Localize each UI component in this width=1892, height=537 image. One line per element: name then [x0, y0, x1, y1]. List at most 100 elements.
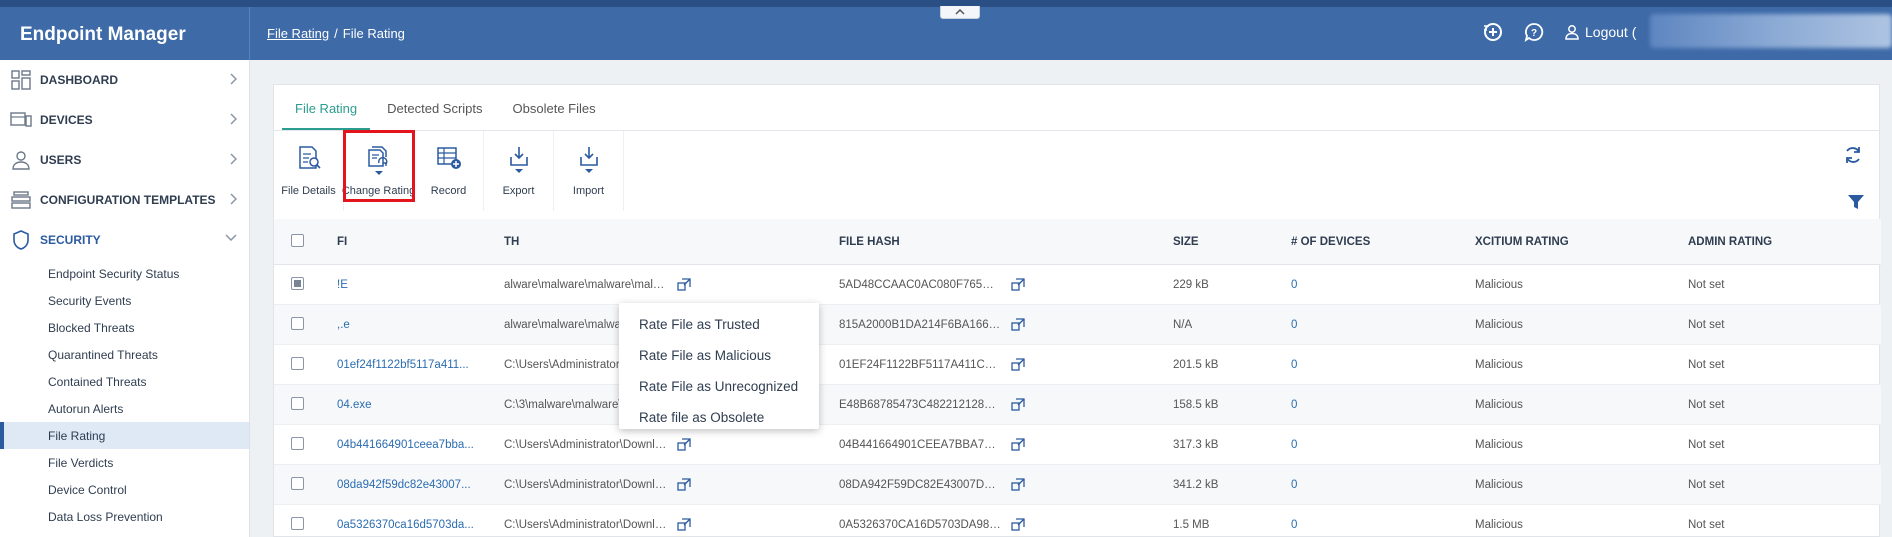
- rate-unrecognized-option[interactable]: Rate File as Unrecognized: [619, 371, 819, 402]
- row-checkbox[interactable]: [291, 356, 304, 370]
- copy-icon[interactable]: [1011, 317, 1173, 332]
- sidebar-sub-file-rating[interactable]: File Rating: [0, 422, 249, 449]
- breadcrumb-root-link[interactable]: File Rating: [267, 26, 329, 41]
- file-path-cell: C:\Users\Administrator\Downloads\ransom\…: [504, 477, 840, 492]
- row-checkbox[interactable]: [291, 276, 304, 290]
- copy-icon[interactable]: [676, 517, 840, 532]
- import-icon: [579, 147, 598, 166]
- sidebar-sub-autorun-alerts[interactable]: Autorun Alerts: [0, 395, 249, 422]
- rate-malicious-option[interactable]: Rate File as Malicious: [619, 340, 819, 371]
- file-name-link[interactable]: 04.exe: [337, 399, 504, 411]
- sidebar-sub-blocked-threats[interactable]: Blocked Threats: [0, 314, 249, 341]
- row-checkbox[interactable]: [291, 316, 304, 330]
- file-path: C:\Users\Administrator\Downloads\ransom\…: [504, 478, 667, 491]
- change-rating-button[interactable]: Change Rating: [341, 130, 416, 202]
- table-row[interactable]: 0a5326370ca16d5703da... C:\Users\Administ…: [274, 505, 1881, 537]
- devices-count-link[interactable]: 0: [1291, 439, 1475, 451]
- record-button[interactable]: Record: [414, 131, 484, 211]
- row-checkbox[interactable]: [291, 516, 304, 530]
- user-icon: [1565, 25, 1579, 40]
- file-name-link[interactable]: 01ef24f1122bf5117a411...: [337, 359, 504, 371]
- copy-icon[interactable]: [1011, 437, 1173, 452]
- help-icon[interactable]: ?: [1522, 20, 1546, 44]
- table-row[interactable]: 01ef24f1122bf5117a411... C:\Users\Adminis…: [274, 345, 1881, 385]
- file-name-link[interactable]: !E: [337, 279, 504, 291]
- table-row[interactable]: ,.ealware\malware\malware\malwarezzz\1\,…: [274, 305, 1881, 345]
- file-hash: 5AD48CCAAC0AC080F765A4A775F0D7BAB47CFB1C: [839, 278, 1001, 291]
- copy-icon[interactable]: [676, 437, 840, 452]
- file-size: N/A: [1173, 318, 1193, 331]
- sidebar-sub-contained-threats[interactable]: Contained Threats: [0, 368, 249, 395]
- table-row[interactable]: !Ealware\malware\malware\malwarezzz\!Epa…: [274, 265, 1881, 305]
- caret-down-icon: [514, 169, 523, 173]
- file-hash-cell: 01EF24F1122BF5117A411C80AD02A70885435F00: [839, 357, 1173, 372]
- table-row[interactable]: 04.exeC:\3\malware\malware\viruses_in_fo…: [274, 385, 1881, 425]
- devices-count-link[interactable]: 0: [1291, 519, 1475, 531]
- table-row[interactable]: 04b441664901ceea7bba... C:\Users\Administ…: [274, 425, 1881, 465]
- select-all-checkbox[interactable]: [291, 233, 304, 247]
- sidebar-sub-data-loss-prevention[interactable]: Data Loss Prevention: [0, 503, 249, 530]
- devices-count-link[interactable]: 0: [1291, 279, 1475, 291]
- header-file-hash[interactable]: FILE HASH: [839, 236, 1173, 248]
- sidebar-item-security[interactable]: SECURITY: [0, 220, 249, 260]
- add-icon[interactable]: [1480, 20, 1504, 44]
- sidebar-sub-endpoint-security-status[interactable]: Endpoint Security Status: [0, 260, 249, 287]
- sidebar-sub-device-control[interactable]: Device Control: [0, 476, 249, 503]
- copy-icon[interactable]: [676, 277, 840, 292]
- row-checkbox[interactable]: [291, 396, 304, 410]
- header-xcitium-rating[interactable]: XCITIUM RATING: [1475, 236, 1688, 248]
- export-button[interactable]: Export: [484, 131, 554, 211]
- copy-icon[interactable]: [676, 477, 840, 492]
- header-file-path[interactable]: TH: [504, 236, 839, 248]
- copy-icon[interactable]: [1011, 277, 1173, 292]
- tab-obsolete-files[interactable]: Obsolete Files: [500, 101, 609, 130]
- refresh-icon[interactable]: [1843, 145, 1863, 170]
- file-name-link[interactable]: ,.e: [337, 319, 504, 331]
- table-row[interactable]: 08da942f59dc82e43007... C:\Users\Administ…: [274, 465, 1881, 505]
- sidebar-item-configuration-templates[interactable]: CONFIGURATION TEMPLATES: [0, 180, 249, 220]
- change-rating-icon: [367, 146, 387, 167]
- header-devices[interactable]: # OF DEVICES: [1291, 236, 1475, 248]
- tab-file-rating[interactable]: File Rating: [282, 101, 371, 130]
- devices-count-link[interactable]: 0: [1291, 399, 1475, 411]
- tab-bar: File Rating Detected Scripts Obsolete Fi…: [274, 85, 1879, 131]
- row-checkbox[interactable]: [291, 436, 304, 450]
- row-checkbox[interactable]: [291, 476, 304, 490]
- sidebar-item-devices[interactable]: DEVICES: [0, 100, 249, 140]
- copy-icon[interactable]: [1011, 397, 1173, 412]
- file-size: 317.3 kB: [1173, 438, 1219, 451]
- sidebar-sub-file-verdicts[interactable]: File Verdicts: [0, 449, 249, 476]
- xcitium-rating: Malicious: [1475, 318, 1523, 331]
- copy-icon[interactable]: [1011, 517, 1173, 532]
- import-button[interactable]: Import: [554, 131, 624, 211]
- sidebar-sub-quarantined-threats[interactable]: Quarantined Threats: [0, 341, 249, 368]
- header-size[interactable]: SIZE: [1173, 236, 1291, 248]
- collapse-header-button[interactable]: [940, 6, 980, 19]
- copy-icon[interactable]: [1011, 477, 1173, 492]
- file-name-link[interactable]: 0a5326370ca16d5703da...: [337, 519, 504, 531]
- rate-trusted-option[interactable]: Rate File as Trusted: [619, 309, 819, 340]
- file-hash-cell: 0A5326370CA16D5703DA986F3931739503BC3F28: [839, 517, 1173, 532]
- app-title[interactable]: Endpoint Manager: [0, 7, 250, 60]
- tab-detected-scripts[interactable]: Detected Scripts: [374, 101, 495, 130]
- change-rating-label: Change Rating: [341, 185, 416, 197]
- file-details-icon: [298, 146, 321, 169]
- file-name-link[interactable]: 04b441664901ceea7bba...: [337, 439, 504, 451]
- sidebar-sub-security-events[interactable]: Security Events: [0, 287, 249, 314]
- devices-count-link[interactable]: 0: [1291, 479, 1475, 491]
- logout-button[interactable]: Logout (: [1564, 24, 1636, 40]
- devices-count-link[interactable]: 0: [1291, 319, 1475, 331]
- filter-icon[interactable]: [1847, 193, 1865, 216]
- sidebar-item-label: SECURITY: [40, 233, 101, 247]
- file-size: 201.5 kB: [1173, 358, 1219, 371]
- header-admin-rating[interactable]: ADMIN RATING: [1688, 236, 1868, 248]
- header-file-name[interactable]: FI: [337, 236, 504, 248]
- copy-icon[interactable]: [1011, 357, 1173, 372]
- devices-count-link[interactable]: 0: [1291, 359, 1475, 371]
- sidebar-item-users[interactable]: USERS: [0, 140, 249, 180]
- file-name-link[interactable]: 08da942f59dc82e43007...: [337, 479, 504, 491]
- sidebar-item-dashboard[interactable]: DASHBOARD: [0, 60, 249, 100]
- file-details-button[interactable]: File Details: [274, 131, 344, 211]
- file-size: 229 kB: [1173, 278, 1209, 291]
- rate-obsolete-option[interactable]: Rate file as Obsolete: [619, 402, 819, 433]
